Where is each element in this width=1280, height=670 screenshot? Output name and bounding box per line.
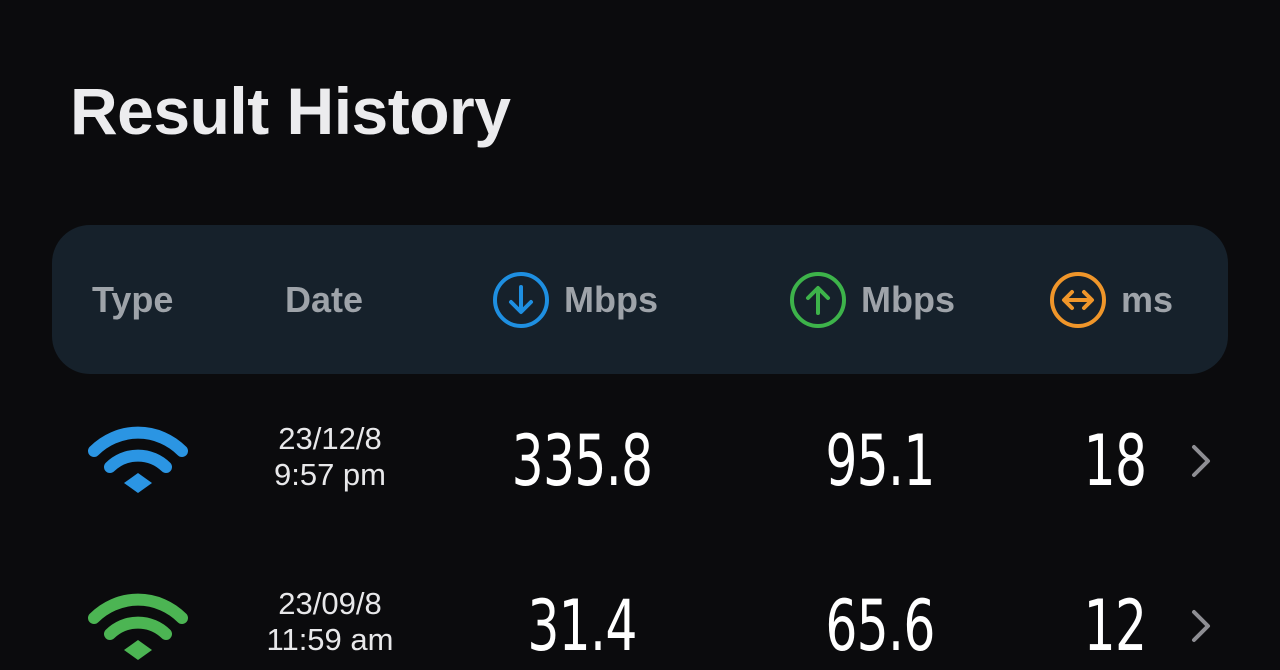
result-date-time: 11:59 am [266,622,394,657]
result-date-day: 23/09/8 [278,586,382,621]
result-date: 23/12/8 9:57 pm [250,421,410,493]
download-value: 31.4 [527,585,637,667]
download-arrow-circle-icon [492,271,550,329]
ping-value: 12 [1083,585,1147,667]
header-upload: Mbps [789,225,955,374]
upload-value: 65.6 [825,585,935,667]
upload-value: 95.1 [825,420,935,502]
chevron-right-icon[interactable] [1186,439,1216,483]
result-date-day: 23/12/8 [278,421,382,456]
header-download: Mbps [492,225,658,374]
result-row[interactable]: 23/09/8 11:59 am 31.4 65.6 12 [0,560,1280,670]
ping-value: 18 [1083,420,1147,502]
result-row[interactable]: 23/12/8 9:57 pm 335.8 95.1 18 [0,395,1280,535]
header-ping: ms [1049,225,1173,374]
download-value: 335.8 [511,420,653,502]
upload-unit-label: Mbps [861,278,955,320]
download-unit-label: Mbps [564,278,658,320]
header-type: Type [92,278,174,320]
chevron-right-icon[interactable] [1186,604,1216,648]
header-date: Date [285,278,364,320]
ping-arrows-circle-icon [1049,271,1107,329]
result-date: 23/09/8 11:59 am [250,586,410,658]
result-history-screen: Result History Type Date Mbps Mbps ms 23… [0,0,1280,670]
result-date-time: 9:57 pm [273,457,386,492]
table-header: Type Date Mbps Mbps ms [52,225,1228,374]
wifi-icon [88,588,188,662]
page-title: Result History [70,74,511,148]
wifi-icon [88,421,188,495]
upload-arrow-circle-icon [789,271,847,329]
ping-unit-label: ms [1121,278,1174,320]
